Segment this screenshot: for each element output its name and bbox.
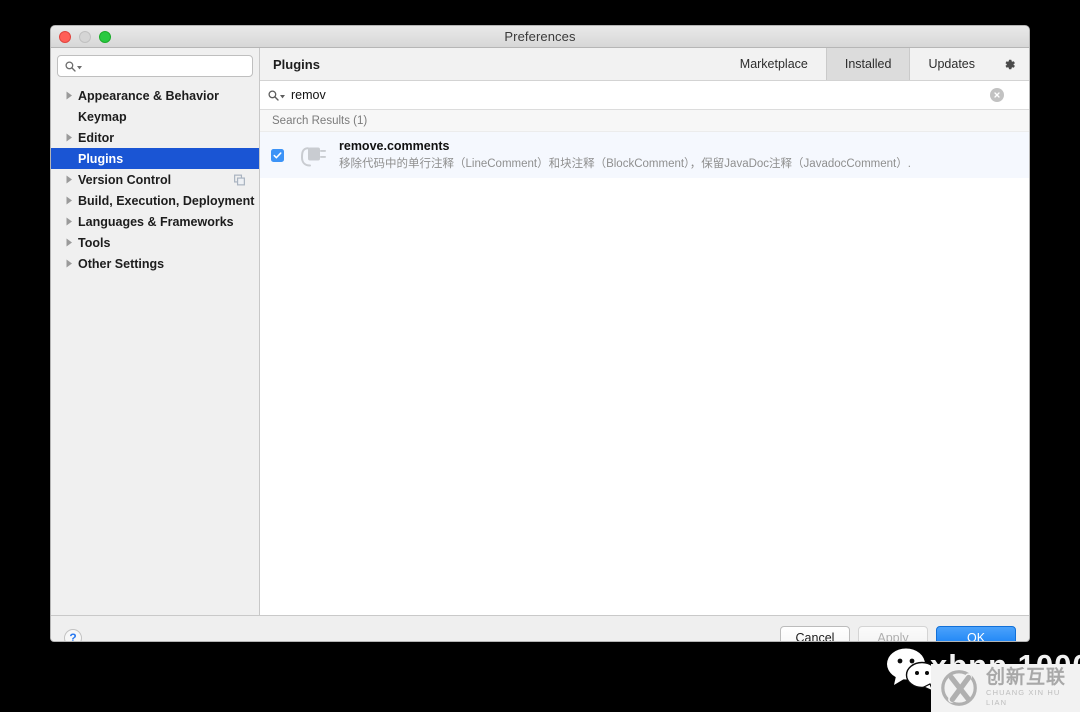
plugin-list-item[interactable]: remove.comments 移除代码中的单行注释（LineComment）和块… — [260, 132, 1029, 178]
zoom-button[interactable] — [99, 31, 111, 43]
cx-logo-icon — [941, 670, 977, 706]
brand-watermark: 创新互联 CHUANG XIN HU LIAN — [931, 664, 1080, 712]
sidebar-item-label: Build, Execution, Deployment — [78, 193, 255, 208]
plugin-enabled-checkbox[interactable] — [271, 148, 284, 162]
apply-button: Apply — [858, 626, 928, 641]
search-icon — [268, 89, 286, 101]
sidebar-item-keymap[interactable]: Keymap — [51, 106, 259, 127]
sidebar-search-field[interactable] — [57, 55, 253, 77]
ok-button[interactable]: OK — [936, 626, 1016, 641]
chevron-right-icon[interactable] — [63, 196, 75, 205]
sidebar-item-version-control[interactable]: Version Control — [51, 169, 259, 190]
brand-text-block: 创新互联 CHUANG XIN HU LIAN — [986, 668, 1080, 708]
sidebar-item-label: Version Control — [78, 172, 172, 187]
settings-tree: Appearance & Behavior Keymap Editor Plugins… — [51, 83, 259, 615]
window-titlebar: Preferences — [51, 26, 1029, 48]
chevron-right-icon[interactable] — [63, 259, 75, 268]
chevron-right-icon[interactable] — [63, 91, 75, 100]
chevron-right-icon[interactable] — [63, 238, 75, 247]
plugins-header: Plugins Marketplace Installed Updates — [260, 48, 1029, 81]
brand-name-cn: 创新互联 — [986, 667, 1067, 688]
help-button[interactable]: ? — [64, 628, 82, 641]
gear-icon[interactable] — [993, 48, 1029, 80]
settings-sidebar: Appearance & Behavior Keymap Editor Plugins… — [51, 48, 260, 615]
sidebar-item-other-settings[interactable]: Other Settings — [51, 253, 259, 274]
sidebar-item-label: Plugins — [78, 151, 124, 166]
search-results-header: Search Results (1) — [260, 110, 1029, 132]
plugin-results-list: remove.comments 移除代码中的单行注释（LineComment）和块… — [260, 132, 1029, 615]
page-title: Plugins — [273, 56, 320, 72]
sidebar-item-plugins[interactable]: Plugins — [51, 148, 259, 169]
plugins-panel: Plugins Marketplace Installed Updates re… — [260, 48, 1029, 615]
brand-name-pinyin: CHUANG XIN HU LIAN — [986, 688, 1061, 707]
sidebar-search-input[interactable] — [83, 59, 252, 73]
chevron-right-icon[interactable] — [63, 217, 75, 226]
tab-installed[interactable]: Installed — [825, 48, 911, 80]
window-traffic-lights — [59, 26, 111, 48]
chevron-right-icon[interactable] — [63, 133, 75, 142]
window-title: Preferences — [504, 29, 576, 44]
plugin-text-block: remove.comments 移除代码中的单行注释（LineComment）和块… — [339, 139, 911, 172]
cancel-button[interactable]: Cancel — [780, 626, 850, 641]
close-button[interactable] — [59, 31, 71, 43]
sidebar-item-label: Other Settings — [78, 256, 165, 271]
sidebar-item-appearance-behavior[interactable]: Appearance & Behavior — [51, 85, 259, 106]
screenshot-root: Preferences Appearance & Behavior Keymap… — [0, 0, 1080, 712]
tab-updates[interactable]: Updates — [910, 48, 993, 80]
sidebar-item-editor[interactable]: Editor — [51, 127, 259, 148]
search-icon — [65, 60, 83, 72]
sidebar-item-label: Appearance & Behavior — [78, 88, 220, 103]
plugin-search-bar[interactable] — [260, 81, 1029, 110]
clear-search-icon[interactable] — [990, 88, 1004, 102]
chevron-right-icon[interactable] — [63, 175, 75, 184]
preferences-window: Preferences Appearance & Behavior Keymap… — [50, 25, 1030, 642]
sidebar-item-build-execution-deployment[interactable]: Build, Execution, Deployment — [51, 190, 259, 211]
sidebar-item-label: Keymap — [78, 109, 127, 124]
sidebar-item-label: Languages & Frameworks — [78, 214, 234, 229]
minimize-button[interactable] — [79, 31, 91, 43]
sidebar-item-languages-frameworks[interactable]: Languages & Frameworks — [51, 211, 259, 232]
plugin-search-input[interactable] — [286, 88, 1029, 102]
copy-icon[interactable] — [234, 174, 245, 185]
sidebar-search-container — [51, 48, 259, 83]
plug-icon — [296, 138, 330, 172]
dialog-footer: ? Cancel Apply OK — [51, 615, 1029, 641]
tab-marketplace[interactable]: Marketplace — [722, 48, 826, 80]
window-body: Appearance & Behavior Keymap Editor Plugins… — [51, 48, 1029, 615]
sidebar-item-label: Tools — [78, 235, 111, 250]
sidebar-item-label: Editor — [78, 130, 115, 145]
sidebar-item-tools[interactable]: Tools — [51, 232, 259, 253]
footer-actions: Cancel Apply OK — [780, 626, 1016, 641]
plugin-description: 移除代码中的单行注释（LineComment）和块注释（BlockComment… — [339, 157, 911, 170]
plugin-name: remove.comments — [339, 138, 450, 153]
